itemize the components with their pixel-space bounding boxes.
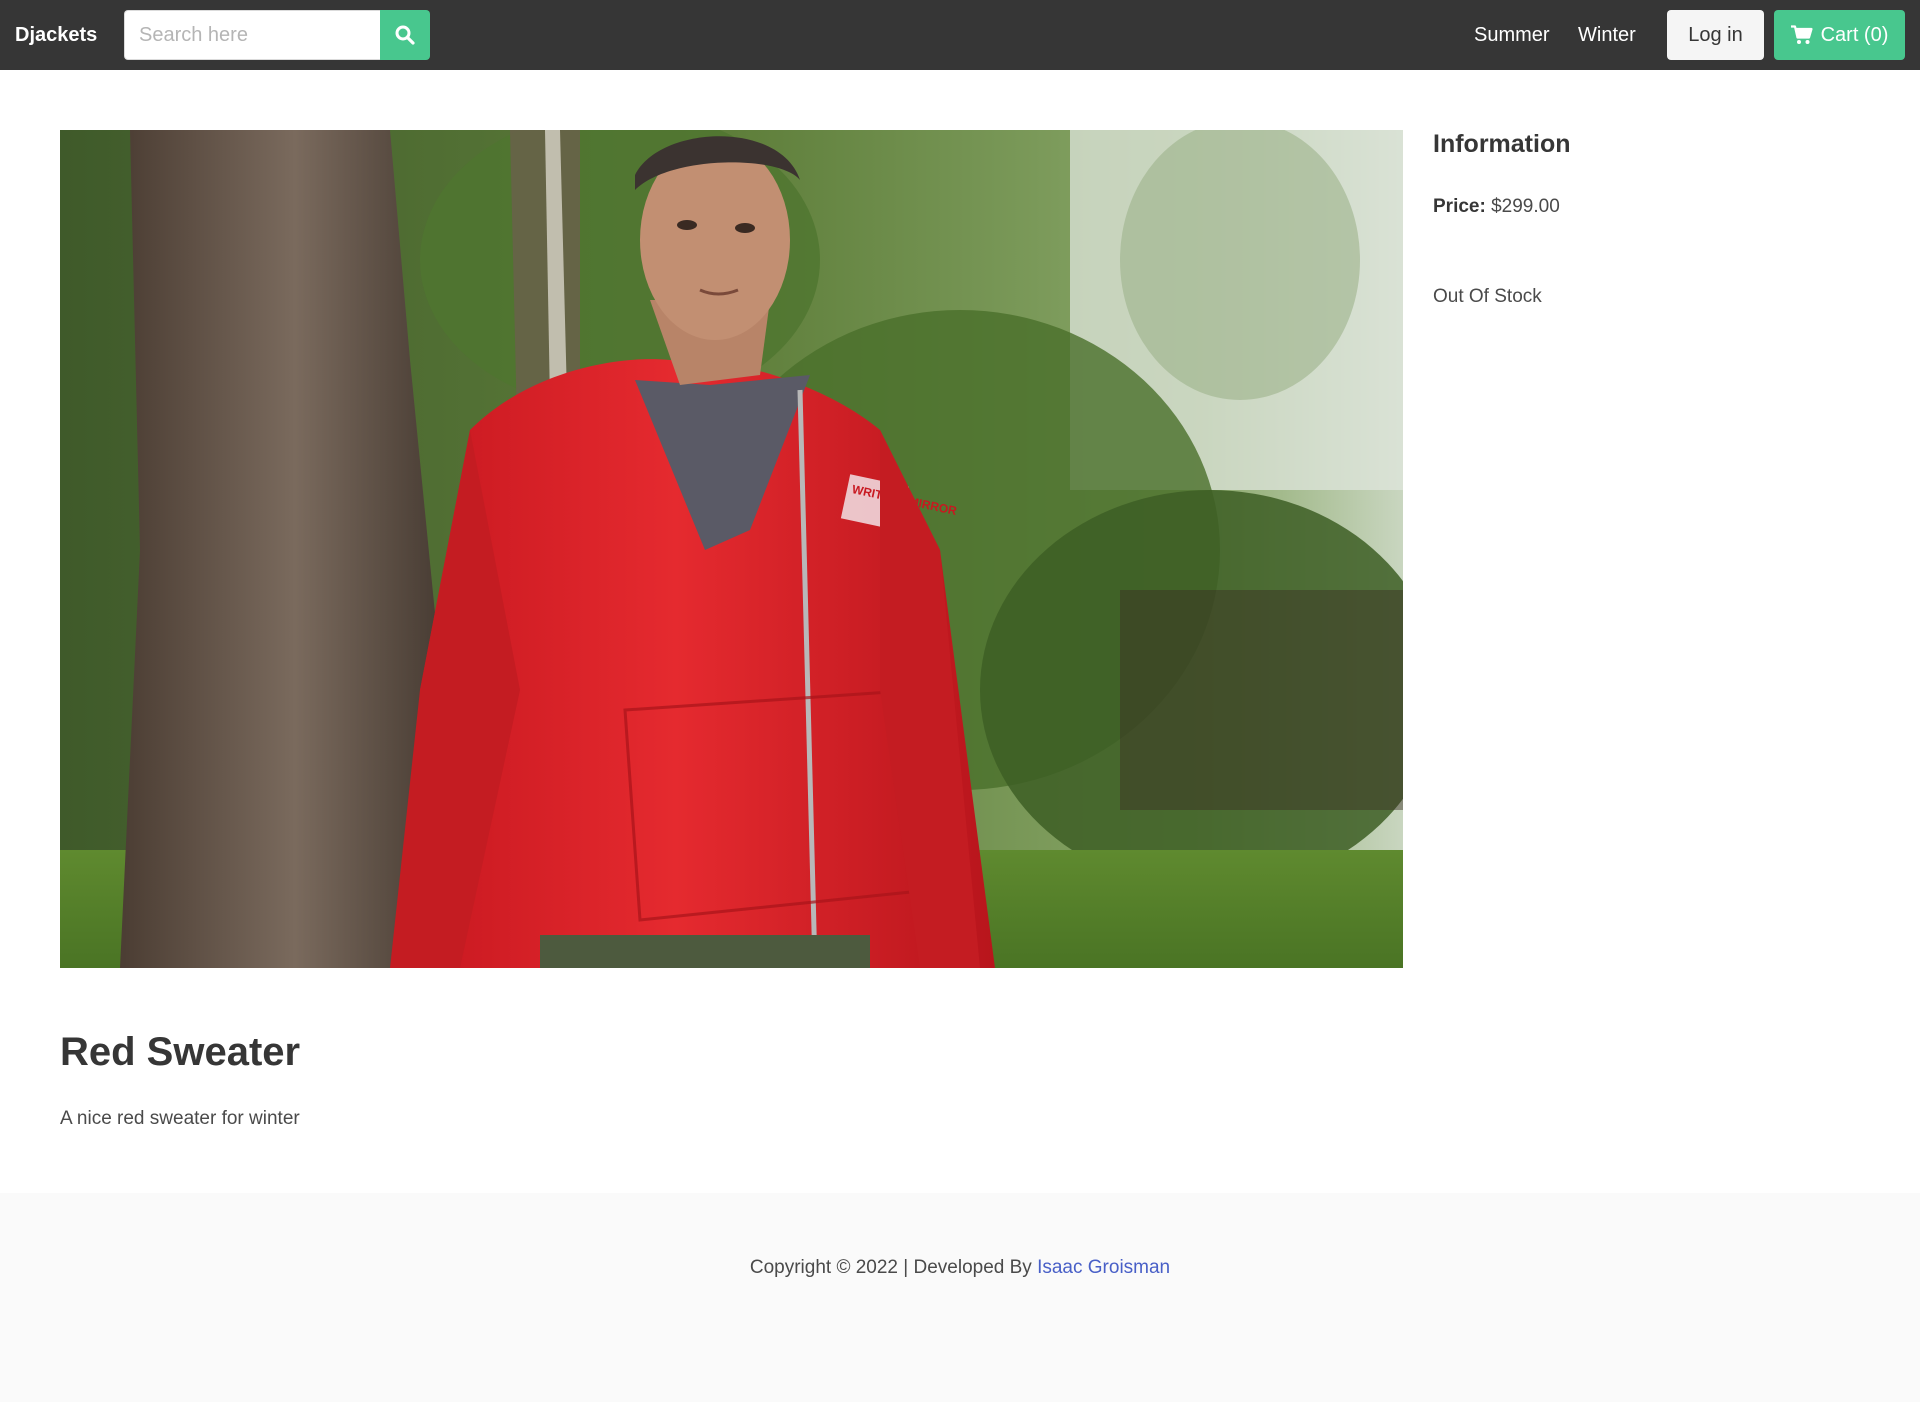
information-heading: Information [1433,130,1571,158]
cart-button[interactable]: Cart (0) [1774,10,1905,60]
price-line: Price: $299.00 [1433,196,1560,218]
product-image: WRITTEN MIRROR [60,130,1403,968]
price-label: Price: [1433,196,1486,217]
footer-copyright-text: Copyright © 2022 | Developed By [749,1257,1038,1278]
product-description: A nice red sweater for winter [60,1108,300,1129]
login-button[interactable]: Log in [1667,10,1764,60]
footer-copyright: Copyright © 2022 | Developed By Isaac Gr… [0,1257,1920,1279]
nav-link-winter[interactable]: Winter [1578,0,1636,70]
search-input[interactable] [124,10,380,60]
search-form [124,10,430,60]
search-button[interactable] [380,10,430,60]
top-navbar: Djackets Summer Winter Log in Cart (0) [0,0,1920,70]
search-icon [395,25,415,45]
shopping-cart-icon [1790,25,1813,44]
nav-link-summer[interactable]: Summer [1474,0,1550,70]
stock-status: Out Of Stock [1433,286,1542,307]
price-value: $299.00 [1491,196,1560,217]
product-title: Red Sweater [60,1030,301,1074]
brand-logo-link[interactable]: Djackets [15,0,97,70]
page-footer: Copyright © 2022 | Developed By Isaac Gr… [0,1193,1920,1402]
cart-label: Cart (0) [1820,23,1889,46]
footer-developer-link[interactable]: Isaac Groisman [1037,1257,1170,1278]
